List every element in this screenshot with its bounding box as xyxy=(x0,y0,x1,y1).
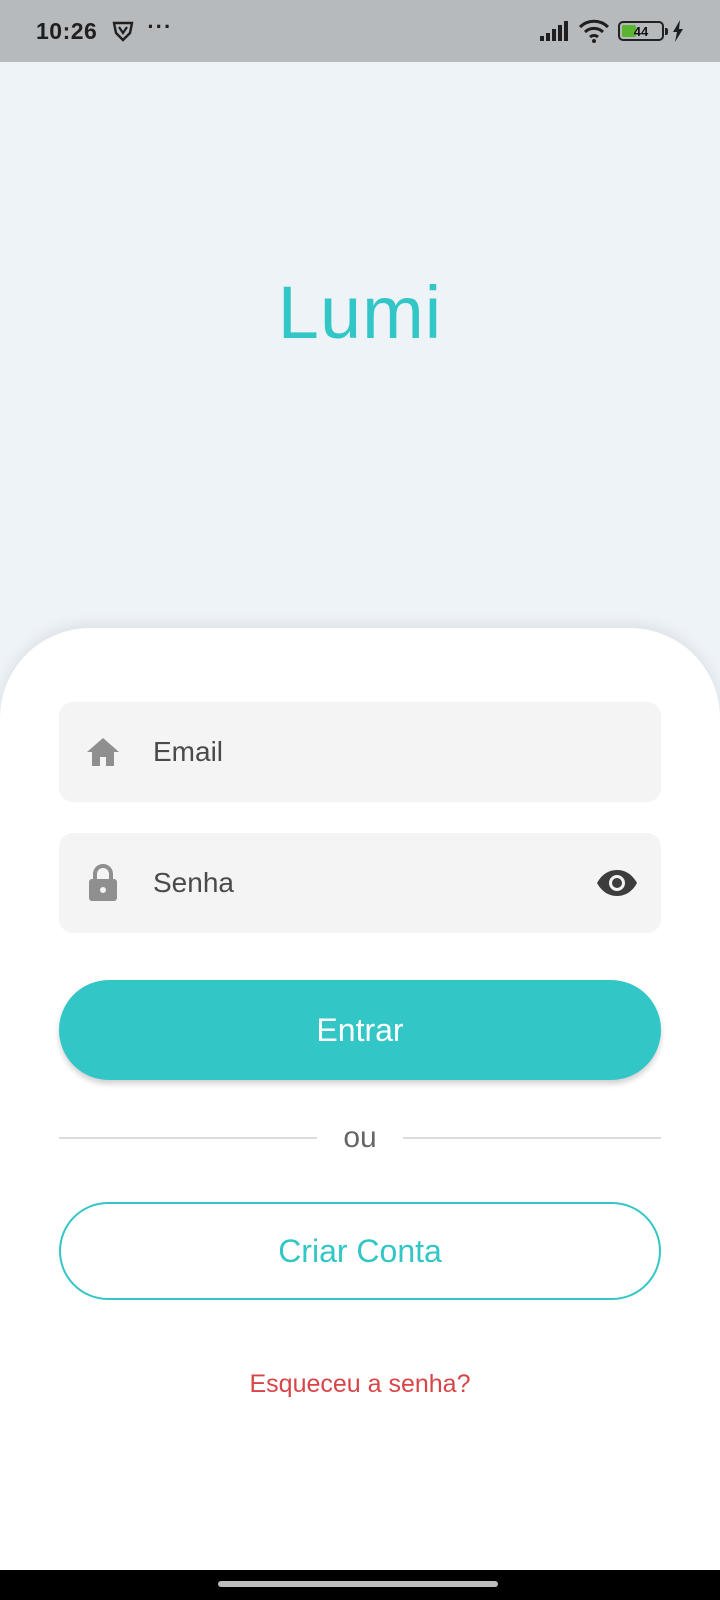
divider-label: ou xyxy=(343,1121,377,1154)
email-field[interactable] xyxy=(59,702,661,802)
login-button[interactable]: Entrar xyxy=(59,980,661,1080)
more-notifications-icon: ··· xyxy=(147,14,173,39)
charging-icon xyxy=(673,20,683,42)
wifi-icon xyxy=(578,19,610,43)
home-icon xyxy=(83,732,123,772)
lock-icon xyxy=(83,863,123,903)
battery-icon: 44 xyxy=(618,21,668,41)
home-gesture-handle[interactable] xyxy=(218,1581,498,1587)
divider-line-right xyxy=(402,1137,661,1139)
app-logo-title: Lumi xyxy=(277,271,443,354)
login-card: Entrar ou Criar Conta Esqueceu a senha? xyxy=(0,628,720,1570)
status-icons: 44 xyxy=(540,19,684,43)
or-divider: ou xyxy=(59,1118,661,1158)
divider-line-left xyxy=(59,1137,318,1139)
create-account-button[interactable]: Criar Conta xyxy=(59,1202,661,1300)
signal-icon xyxy=(540,21,568,41)
password-field[interactable] xyxy=(59,833,661,933)
email-input[interactable] xyxy=(153,736,533,768)
password-input[interactable] xyxy=(153,867,533,899)
forgot-password-link[interactable]: Esqueceu a senha? xyxy=(0,1370,720,1399)
vpn-shield-icon xyxy=(112,21,134,42)
battery-cap xyxy=(665,28,668,35)
status-bar: 10:26 ··· 44 xyxy=(0,0,720,62)
status-time: 10:26 xyxy=(36,17,98,44)
battery-level: 44 xyxy=(633,23,649,39)
show-password-eye-icon[interactable] xyxy=(595,863,639,903)
system-nav-bar xyxy=(0,1570,720,1600)
